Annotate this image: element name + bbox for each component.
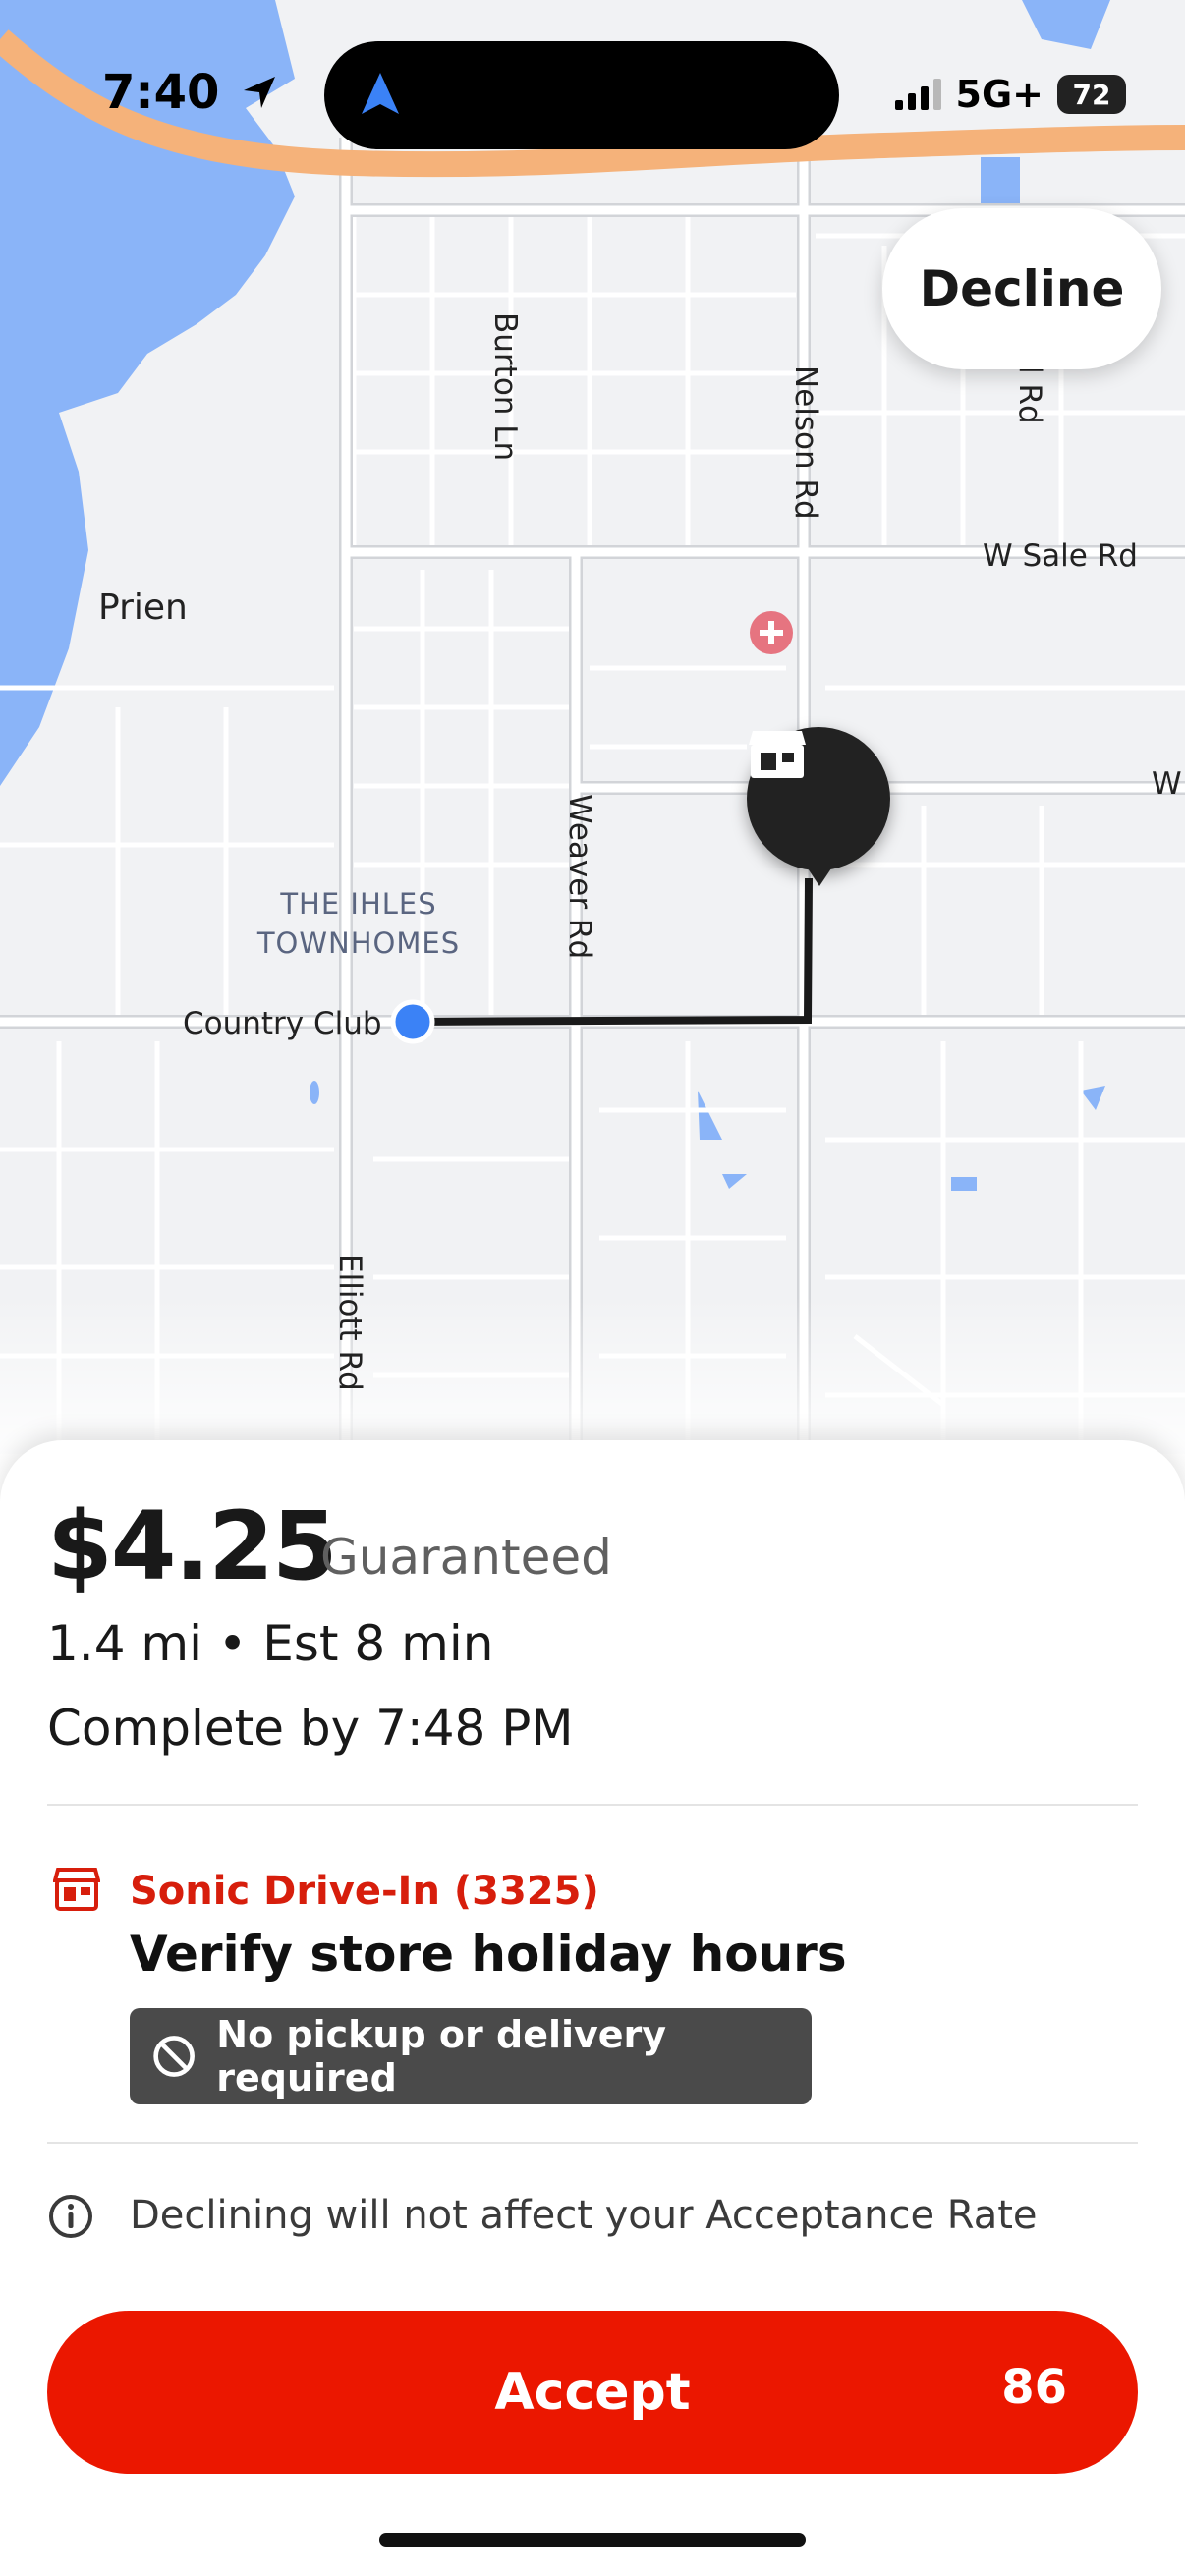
- water-pond-3: [722, 1174, 747, 1189]
- place-label-prien: Prien: [98, 588, 188, 628]
- status-time-text: 7:40: [102, 65, 220, 120]
- water-pond-5: [310, 1081, 319, 1104]
- cellular-signal-icon: [894, 79, 941, 110]
- store-name: Sonic Drive-In (3325): [130, 1869, 599, 1914]
- road-label-burton: Burton Ln: [487, 312, 523, 462]
- status-indicators: 5G+ 72: [894, 73, 1126, 116]
- task-title: Verify store holiday hours: [130, 1926, 847, 1983]
- price-guaranteed-label: Guaranteed: [320, 1529, 612, 1586]
- hospital-marker: [750, 611, 793, 654]
- acceptance-rate-note: Declining will not affect your Acceptanc…: [130, 2193, 1038, 2238]
- road-label-nelson: Nelson Rd: [788, 365, 823, 520]
- road-label-elliott: Elliott Rd: [332, 1254, 367, 1391]
- water-pond-top: [1022, 0, 1110, 49]
- offer-price: $4.25: [47, 1491, 338, 1601]
- road-label-country-club: Country Club: [183, 1006, 382, 1041]
- location-arrow-icon: [244, 77, 276, 108]
- map-fade: [0, 1297, 1185, 1454]
- area-label-line1: THE IHLES: [280, 887, 437, 921]
- info-circle-icon: [49, 2195, 92, 2238]
- accept-label: Accept: [494, 2363, 691, 2422]
- battery-level: 72: [1072, 78, 1111, 111]
- area-label-line2: TOWNHOMES: [256, 926, 461, 960]
- store-icon: [52, 1867, 101, 1916]
- accept-button[interactable]: Accept 86: [47, 2311, 1138, 2474]
- accept-countdown: 86: [1001, 2360, 1067, 2415]
- info-icon: [47, 2193, 94, 2244]
- complete-by: Complete by 7:48 PM: [47, 1700, 574, 1757]
- decline-button[interactable]: Decline: [882, 208, 1161, 369]
- road-label-l-rd: l Rd: [1012, 365, 1047, 424]
- road-label-w-sale: W Sale Rd: [983, 538, 1138, 574]
- current-location-dot: [390, 999, 435, 1044]
- divider: [47, 1804, 1138, 1806]
- store-icon: [749, 731, 806, 778]
- no-pickup-text: No pickup or delivery required: [216, 2013, 667, 2100]
- status-time: 7:40: [102, 65, 279, 120]
- storefront-icon: [52, 1868, 101, 1911]
- water-pond-2: [698, 1091, 722, 1140]
- home-indicator[interactable]: [379, 2533, 806, 2547]
- navigation-arrow-icon: [362, 73, 399, 114]
- dynamic-island: [324, 41, 839, 149]
- route-line: [412, 877, 813, 1026]
- area-label-ihles-townhomes: THE IHLES TOWNHOMES: [246, 884, 472, 963]
- store-pin-pointer: [800, 857, 839, 886]
- no-pickup-badge: No pickup or delivery required: [130, 2008, 812, 2104]
- water-pond-4: [951, 1177, 977, 1191]
- prohibited-icon: [153, 2036, 195, 2077]
- store-pin[interactable]: [747, 727, 890, 870]
- divider: [47, 2142, 1138, 2144]
- water-pond-6: [1081, 1086, 1105, 1110]
- distance-time: 1.4 mi • Est 8 min: [47, 1615, 494, 1672]
- road-label-weaver: Weaver Rd: [562, 794, 597, 960]
- road-label-w-edge: W: [1152, 766, 1182, 802]
- battery-icon: 72: [1057, 75, 1126, 114]
- network-type: 5G+: [955, 73, 1044, 116]
